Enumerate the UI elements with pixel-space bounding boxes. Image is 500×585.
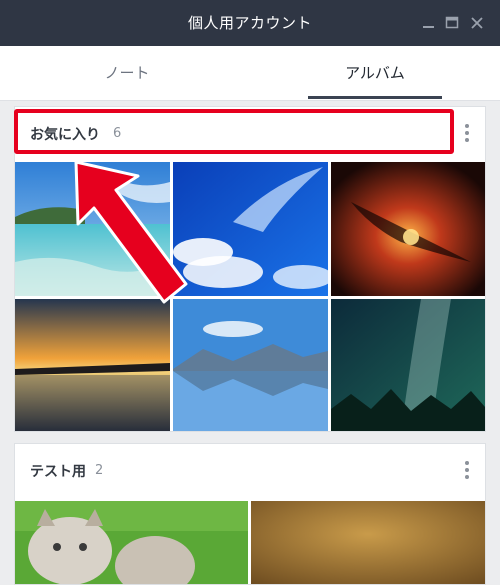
tab-note[interactable]: ノート <box>57 46 197 100</box>
more-options-icon[interactable] <box>462 122 472 144</box>
maximize-icon[interactable] <box>445 15 459 29</box>
more-options-icon[interactable] <box>462 459 472 481</box>
title-bar: 個人用アカウント <box>0 0 500 46</box>
photo-thumbnail-mountain-lake-reflection[interactable] <box>173 299 328 431</box>
photo-thumbnail-fiery-nebula[interactable] <box>331 162 485 296</box>
album-card-test: テスト用 2 <box>14 443 486 585</box>
photo-thumbnail-blue-sky-clouds[interactable] <box>173 162 328 296</box>
album-photo-count: 6 <box>113 126 122 141</box>
album-name: お気に入り <box>30 127 100 143</box>
minimize-icon[interactable] <box>422 15 436 29</box>
close-icon[interactable] <box>470 15 484 29</box>
photo-thumbnail-gold-texture[interactable] <box>251 501 485 584</box>
photo-thumbnail-sunset-lake[interactable] <box>15 299 170 431</box>
photo-thumbnail-beach-lagoon[interactable] <box>15 162 170 296</box>
photo-thumbnail-kittens-on-grass[interactable] <box>15 501 248 584</box>
tab-album[interactable]: アルバム <box>308 46 442 100</box>
album-name: テスト用 <box>30 464 86 480</box>
photo-thumbnail-milky-way-forest[interactable] <box>331 299 485 431</box>
album-header[interactable]: テスト用 2 <box>15 444 485 499</box>
tab-bar: ノート アルバム <box>0 46 500 101</box>
album-card-favorites: お気に入り 6 <box>14 106 486 432</box>
album-header[interactable]: お気に入り 6 <box>15 107 485 162</box>
tab-selected-indicator <box>308 96 442 99</box>
album-photo-count: 2 <box>95 463 104 478</box>
